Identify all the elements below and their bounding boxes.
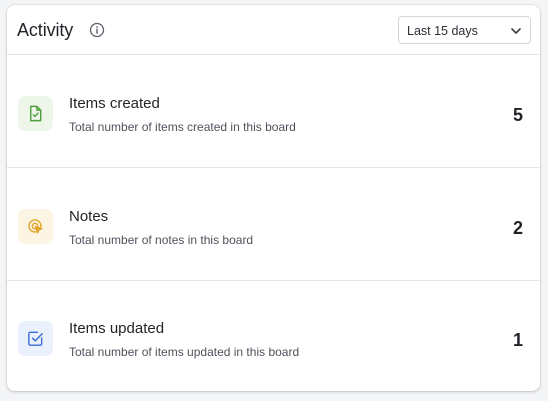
activity-row-items-created: Items created Total number of items crea… [7, 55, 540, 167]
row-description: Total number of notes in this board [69, 233, 254, 247]
row-count: 5 [512, 105, 523, 125]
items-created-icon-box [18, 96, 53, 131]
info-circle-icon[interactable] [89, 22, 105, 38]
date-range-select[interactable]: Last 15 days [398, 16, 531, 44]
date-range-value: Last 15 days [407, 24, 478, 38]
checkbox-icon [28, 331, 43, 346]
row-description: Total number of items updated in this bo… [69, 345, 300, 359]
target-cursor-icon [28, 219, 43, 234]
row-title: Notes [69, 208, 109, 225]
items-updated-icon-box [18, 321, 53, 356]
activity-row-items-updated: Items updated Total number of items upda… [7, 280, 540, 391]
activity-card: Activity Last 15 days Items created Tota… [7, 5, 540, 391]
row-description: Total number of items created in this bo… [69, 120, 296, 134]
row-count: 1 [512, 330, 523, 350]
notes-icon-box [18, 209, 53, 244]
chevron-down-icon [511, 28, 521, 34]
activity-row-notes: Notes Total number of notes in this boar… [7, 167, 540, 279]
file-check-icon [30, 105, 42, 122]
card-title: Activity [17, 20, 74, 40]
row-count: 2 [512, 218, 523, 238]
card-header: Activity Last 15 days [7, 5, 540, 55]
row-title: Items created [69, 95, 160, 112]
row-title: Items updated [69, 320, 165, 337]
